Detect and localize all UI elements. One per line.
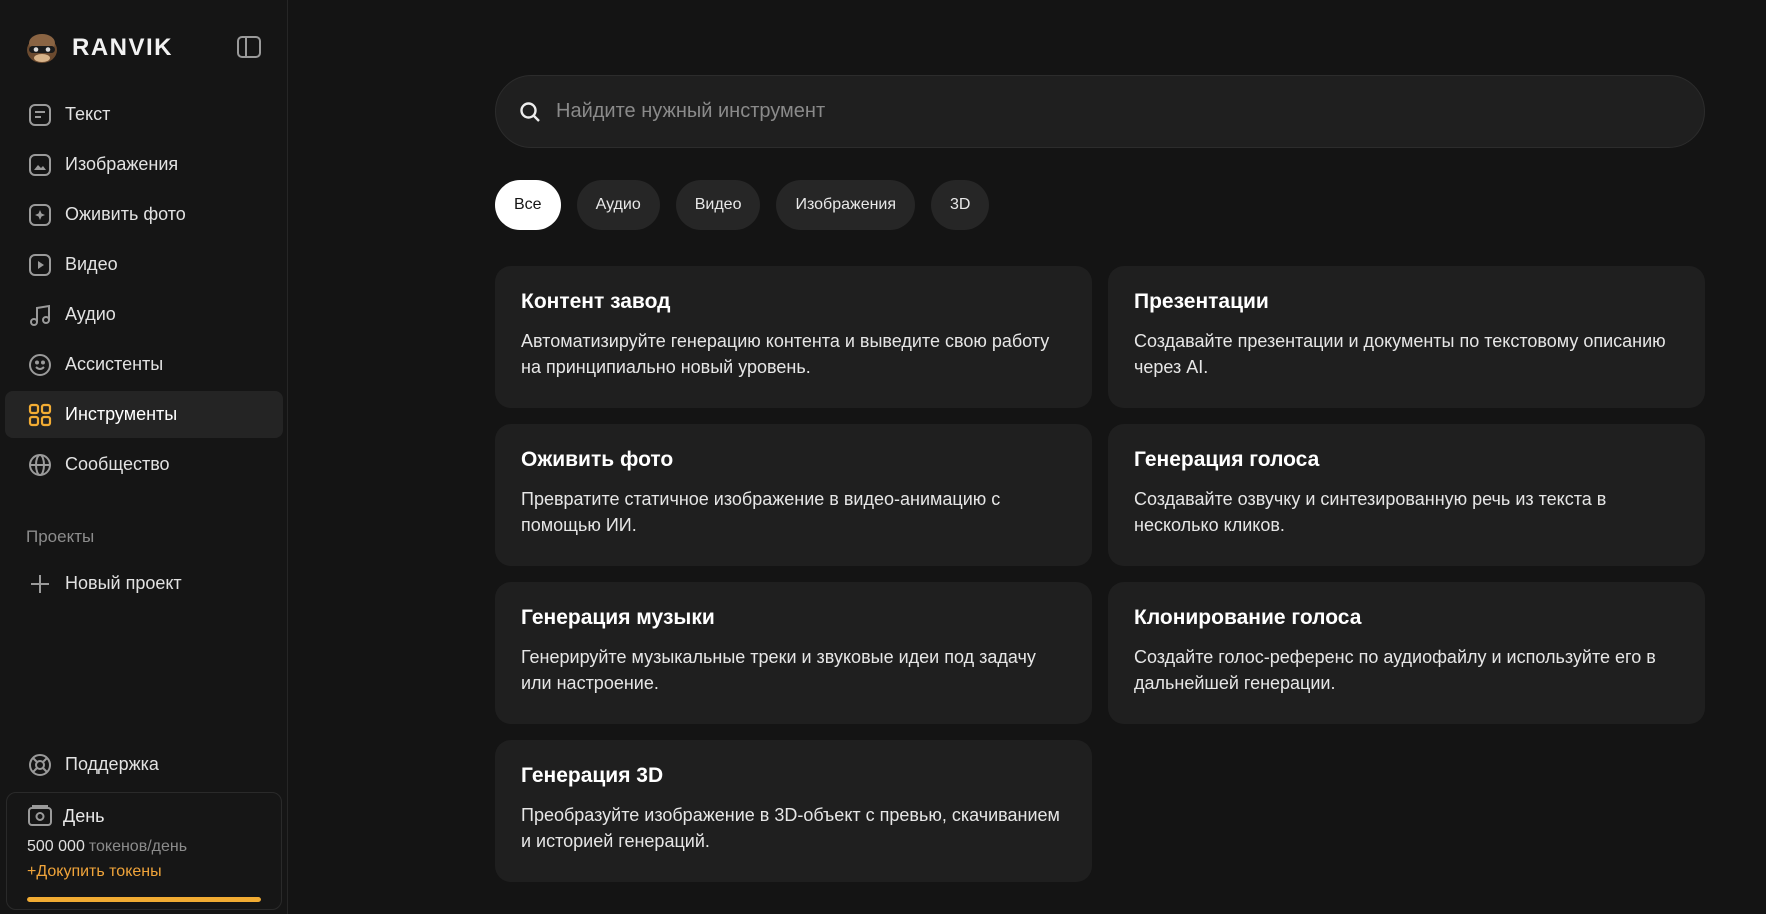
sidebar-item-assistants[interactable]: Ассистенты [5,341,283,388]
search-bar[interactable] [495,75,1705,148]
plan-tokens-unit: токенов/день [88,838,188,855]
tool-card-title: Презентации [1134,290,1269,313]
support-link[interactable]: Поддержка [5,741,283,788]
sidebar-item-text[interactable]: Текст [5,91,283,138]
tool-card-title: Генерация 3D [521,764,664,787]
plan-card: День 500 000 токенов/день +Докупить токен… [6,792,282,910]
text-icon [27,102,53,128]
tool-card-description: Автоматизируйте генерацию контента и выв… [521,331,1050,377]
plan-tokens-value: 500 000 [27,838,85,855]
plus-icon [27,571,53,597]
filter-chip-3d[interactable]: 3D [931,180,990,230]
ranvik-logo-icon [24,30,60,66]
support-label: Поддержка [65,754,159,774]
projects-section-label: Проекты [26,527,95,546]
sidebar: RANVIK Текст Изображения Оживить фото Ви… [0,0,288,914]
filter-chip-video[interactable]: Видео [675,180,761,230]
smile-icon [27,352,53,378]
sidebar-item-images[interactable]: Изображения [5,141,283,188]
tool-card-description: Создавайте озвучку и синтезированную реч… [1134,489,1607,535]
tool-card-content-factory[interactable]: Контент завод Автоматизируйте генерацию … [495,266,1092,408]
tool-card-voice-generation[interactable]: Генерация голоса Создавайте озвучку и си… [1108,424,1705,566]
sidebar-item-video[interactable]: Видео [5,241,283,288]
tool-card-title: Генерация музыки [521,606,715,629]
tool-card-description: Генерируйте музыкальные треки и звуковые… [521,647,1036,693]
token-usage-fill [27,897,261,902]
globe-icon [27,452,53,478]
sidebar-item-label: Ассистенты [65,354,164,374]
animate-photo-icon [27,202,53,228]
sidebar-item-label: Видео [65,254,118,274]
sidebar-item-tools[interactable]: Инструменты [5,391,283,438]
tool-card-title: Контент завод [521,290,671,313]
tool-card-voice-cloning[interactable]: Клонирование голоса Создайте голос-рефер… [1108,582,1705,724]
tool-card-description: Преобразуйте изображение в 3D-объект с п… [521,805,1060,851]
search-icon [518,100,542,124]
buy-tokens-link[interactable]: +Докупить токены [27,863,162,881]
sidebar-item-label: Изображения [65,154,179,174]
tool-card-title: Генерация голоса [1134,448,1320,471]
music-note-icon [27,302,53,328]
tool-card-presentations[interactable]: Презентации Создавайте презентации и док… [1108,266,1705,408]
plan-tokens: 500 000 токенов/день [27,838,187,856]
grid-icon [27,402,53,428]
sidebar-toggle-icon[interactable] [236,34,262,60]
filter-chips: Все Аудио Видео Изображения 3D [495,180,1005,230]
filter-chip-all[interactable]: Все [495,180,561,230]
video-play-icon [27,252,53,278]
filter-chip-images[interactable]: Изображения [776,180,916,230]
tool-card-music-generation[interactable]: Генерация музыки Генерируйте музыкальные… [495,582,1092,724]
image-icon [27,152,53,178]
sidebar-item-label: Инструменты [65,404,178,424]
search-input[interactable] [556,100,1656,123]
tool-card-description: Превратите статичное изображение в видео… [521,489,1001,535]
lifebuoy-icon [27,752,53,778]
tool-card-title: Оживить фото [521,448,674,471]
sidebar-item-label: Оживить фото [65,204,186,224]
filter-chip-audio[interactable]: Аудио [576,180,660,230]
sidebar-item-label: Аудио [65,304,116,324]
brand[interactable]: RANVIK [24,28,173,68]
sidebar-item-label: Текст [65,104,111,124]
sidebar-item-audio[interactable]: Аудио [5,291,283,338]
tool-card-animate-photo[interactable]: Оживить фото Превратите статичное изобра… [495,424,1092,566]
brand-name: RANVIK [72,34,174,61]
sidebar-item-label: Сообщество [65,454,170,474]
new-project-button[interactable]: Новый проект [5,560,283,607]
new-project-label: Новый проект [65,573,182,593]
wallet-icon [27,803,53,829]
tool-card-description: Создавайте презентации и документы по те… [1134,331,1666,377]
sidebar-item-animate-photo[interactable]: Оживить фото [5,191,283,238]
tool-card-3d-generation[interactable]: Генерация 3D Преобразуйте изображение в … [495,740,1092,882]
sidebar-nav: Текст Изображения Оживить фото Видео Ауд… [5,91,283,491]
sidebar-item-community[interactable]: Сообщество [5,441,283,488]
tool-card-title: Клонирование голоса [1134,606,1362,629]
plan-name: День [63,805,105,826]
tool-card-description: Создайте голос-референс по аудиофайлу и … [1134,647,1656,693]
token-usage-bar [27,897,261,902]
